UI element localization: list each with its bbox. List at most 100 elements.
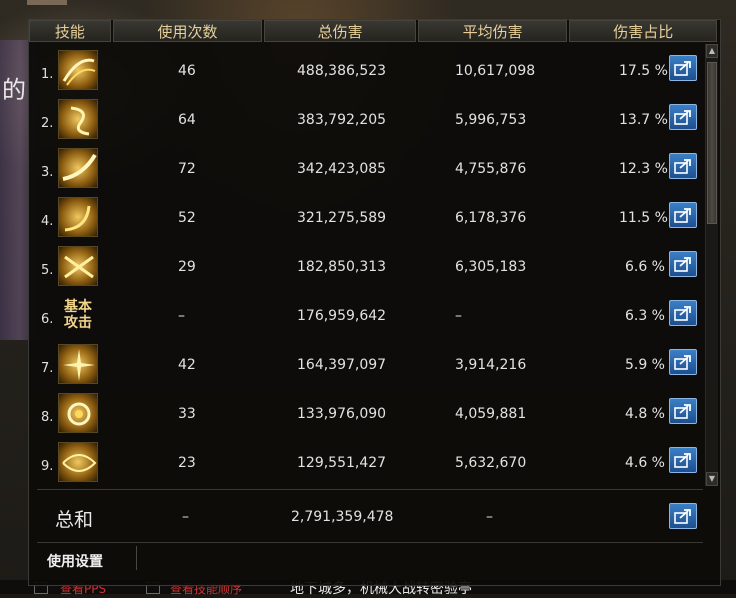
settings-button[interactable]: 使用设置	[47, 551, 103, 571]
summary-avg: –	[486, 509, 493, 525]
damage-share: 17.5 %	[619, 63, 668, 79]
share-icon	[674, 509, 691, 524]
damage-share: 5.9 %	[624, 357, 665, 373]
total-damage: 342,423,085	[297, 161, 387, 177]
share-button[interactable]	[669, 447, 697, 473]
average-damage: –	[455, 308, 462, 324]
rank-number: 8.	[41, 410, 54, 425]
share-icon	[674, 159, 691, 174]
damage-stats-panel: 技能 使用次数 总伤害 平均伤害 伤害占比 1. 46 488,386,523 10,…	[28, 19, 721, 586]
share-button[interactable]	[669, 398, 697, 424]
top-badge	[27, 0, 67, 5]
cross-slash-icon	[58, 246, 98, 286]
header-avg[interactable]: 平均伤害	[417, 20, 568, 42]
share-icon	[674, 404, 691, 419]
share-button[interactable]	[669, 202, 697, 228]
summary-label: 总和	[55, 509, 94, 531]
average-damage: 3,914,216	[455, 357, 527, 373]
wave-slash-icon	[58, 197, 98, 237]
damage-share: 6.6 %	[624, 259, 665, 275]
table-row: 6. 基本 攻击 – 176,959,642 – 6.3 %	[29, 290, 709, 339]
average-damage: 10,617,098	[455, 63, 536, 79]
share-icon	[674, 257, 691, 272]
settings-separator	[136, 546, 137, 570]
average-damage: 6,178,376	[455, 210, 527, 226]
rank-number: 1.	[41, 67, 54, 82]
scroll-thumb[interactable]	[707, 62, 717, 224]
table-row: 8. 33 133,976,090 4,059,881 4.8 %	[29, 388, 709, 437]
damage-share: 11.5 %	[619, 210, 668, 226]
share-icon	[674, 208, 691, 223]
average-damage: 4,059,881	[455, 406, 527, 422]
table-row: 3. 72 342,423,085 4,755,876 12.3 %	[29, 143, 709, 192]
rank-number: 7.	[41, 361, 54, 376]
table-header: 技能 使用次数 总伤害 平均伤害 伤害占比	[29, 20, 719, 44]
summary-divider	[37, 489, 703, 490]
total-damage: 321,275,589	[297, 210, 387, 226]
use-count: 46	[178, 63, 196, 79]
header-total[interactable]: 总伤害	[264, 20, 416, 42]
header-pct[interactable]: 伤害占比	[569, 20, 717, 42]
total-damage: 383,792,205	[297, 112, 387, 128]
use-count: 64	[178, 112, 196, 128]
swirl-figure-icon	[58, 99, 98, 139]
summary-uses: –	[182, 509, 189, 525]
header-uses[interactable]: 使用次数	[112, 20, 263, 42]
rank-number: 5.	[41, 263, 54, 278]
share-icon	[674, 306, 691, 321]
scroll-down-button[interactable]: ▼	[706, 472, 718, 486]
table-row: 1. 46 488,386,523 10,617,098 17.5 %	[29, 45, 709, 94]
basic-attack-icon: 基本 攻击	[58, 295, 98, 335]
use-count: 52	[178, 210, 196, 226]
share-button[interactable]	[669, 153, 697, 179]
use-count: 29	[178, 259, 196, 275]
rank-number: 2.	[41, 116, 54, 131]
use-count: 72	[178, 161, 196, 177]
use-count: 42	[178, 357, 196, 373]
rank-number: 9.	[41, 459, 54, 474]
use-count: 33	[178, 406, 196, 422]
total-damage: 164,397,097	[297, 357, 387, 373]
total-damage: 488,386,523	[297, 63, 387, 79]
scrollbar[interactable]: ▲ ▼	[705, 44, 718, 486]
damage-share: 12.3 %	[619, 161, 668, 177]
table-row: 5. 29 182,850,313 6,305,183 6.6 %	[29, 241, 709, 290]
damage-share: 4.6 %	[624, 455, 665, 471]
share-icon	[674, 355, 691, 370]
total-damage: 133,976,090	[297, 406, 387, 422]
settings-divider	[37, 542, 703, 543]
rank-number: 6.	[41, 312, 54, 327]
share-button[interactable]	[669, 300, 697, 326]
slash-burst-icon	[58, 50, 98, 90]
average-damage: 5,996,753	[455, 112, 527, 128]
total-damage: 182,850,313	[297, 259, 387, 275]
share-button[interactable]	[669, 349, 697, 375]
use-count: 23	[178, 455, 196, 471]
spiral-slash-icon	[58, 393, 98, 433]
average-damage: 6,305,183	[455, 259, 527, 275]
whirlwind-icon	[58, 442, 98, 482]
average-damage: 5,632,670	[455, 455, 527, 471]
summary-total: 2,791,359,478	[291, 509, 394, 525]
damage-share: 6.3 %	[624, 308, 665, 324]
share-button[interactable]	[669, 104, 697, 130]
table-row: 2. 64 383,792,205 5,996,753 13.7 %	[29, 94, 709, 143]
share-icon	[674, 110, 691, 125]
damage-share: 4.8 %	[624, 406, 665, 422]
header-skill[interactable]: 技能	[29, 20, 111, 42]
spark-burst-icon	[58, 344, 98, 384]
share-icon	[674, 61, 691, 76]
total-damage: 129,551,427	[297, 455, 387, 471]
share-button[interactable]	[669, 55, 697, 81]
table-row: 7. 42 164,397,097 3,914,216 5.9 %	[29, 339, 709, 388]
use-count: –	[178, 308, 185, 324]
background-text-fragment: 的	[2, 76, 26, 104]
scroll-up-button[interactable]: ▲	[706, 44, 718, 58]
total-damage: 176,959,642	[297, 308, 387, 324]
share-total-button[interactable]	[669, 503, 697, 529]
average-damage: 4,755,876	[455, 161, 527, 177]
crescent-slash-icon	[58, 148, 98, 188]
share-button[interactable]	[669, 251, 697, 277]
share-icon	[674, 453, 691, 468]
damage-share: 13.7 %	[619, 112, 668, 128]
